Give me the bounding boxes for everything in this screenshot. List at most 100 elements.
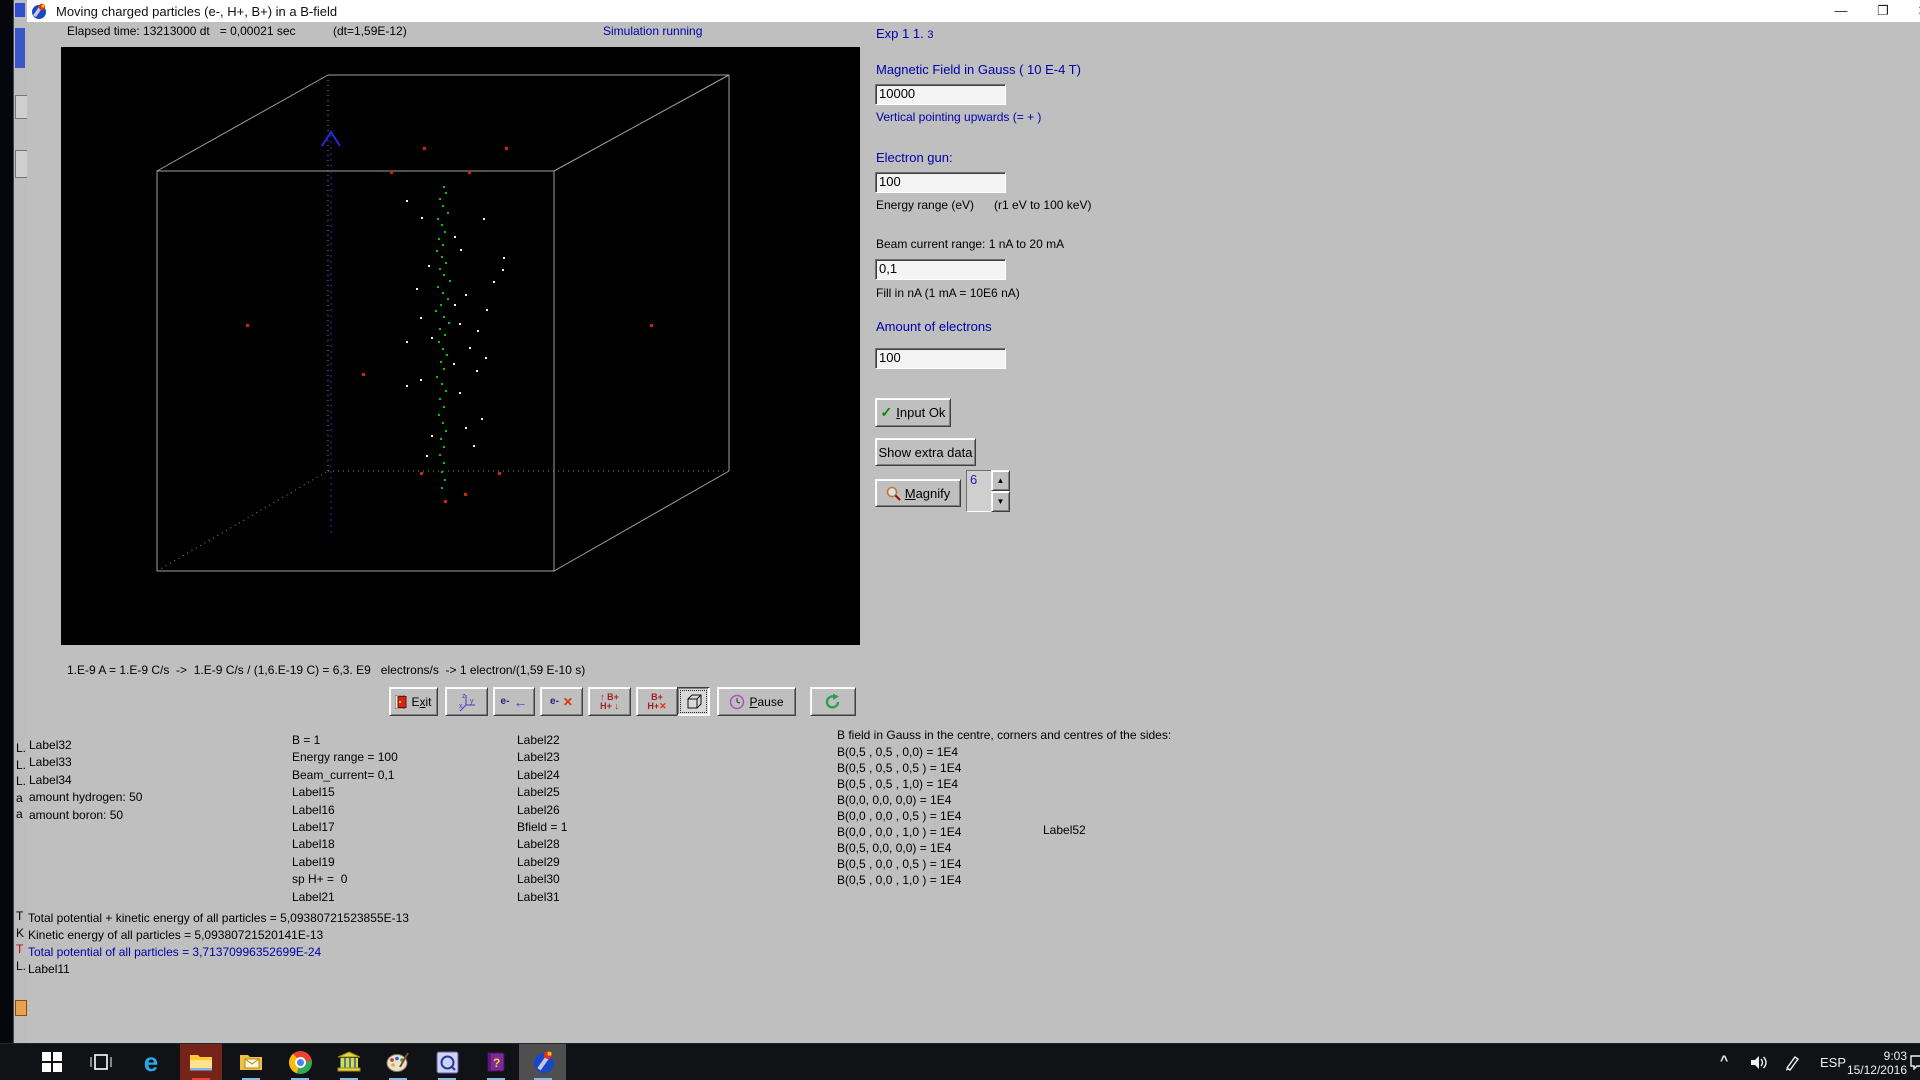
particle-green bbox=[443, 446, 445, 448]
ion-remove-button[interactable]: B+ H+✕ bbox=[636, 687, 678, 716]
taskbar-help-book-button[interactable]: ? bbox=[483, 1049, 509, 1075]
label: T bbox=[16, 909, 24, 923]
clock[interactable]: 9:03 15/12/2016 bbox=[1845, 1049, 1907, 1080]
particle-green bbox=[449, 280, 451, 282]
particle-white bbox=[476, 370, 478, 372]
particle-green bbox=[442, 292, 444, 294]
spinner-up-button[interactable]: ▲ bbox=[991, 470, 1010, 491]
electron-label: e- bbox=[550, 696, 559, 707]
particle-white bbox=[473, 445, 475, 447]
particle-green bbox=[441, 224, 443, 226]
pen-icon[interactable] bbox=[1784, 1054, 1801, 1080]
task-view-button[interactable] bbox=[88, 1049, 114, 1075]
spinner-down-button[interactable]: ▼ bbox=[991, 491, 1010, 512]
particle-green bbox=[439, 454, 441, 456]
experiment-label-text: Exp 1 1. bbox=[876, 26, 924, 41]
help-book-icon: ? bbox=[487, 1052, 505, 1072]
ion-add-button[interactable]: ↑ B+ H+ ↓ bbox=[588, 687, 631, 716]
particle-green bbox=[438, 414, 440, 416]
particle-white bbox=[420, 317, 422, 319]
particle-green bbox=[442, 348, 444, 350]
label: a bbox=[16, 807, 23, 821]
label: Label29 bbox=[517, 854, 560, 869]
particle-green bbox=[442, 422, 444, 424]
particle-green bbox=[445, 262, 447, 264]
input-ok-button[interactable]: ✓ Input Ok bbox=[875, 398, 951, 427]
background-window-icon bbox=[15, 3, 25, 17]
label: Label18 bbox=[292, 837, 335, 852]
taskbar-media-app-button[interactable] bbox=[434, 1049, 460, 1075]
background-window-labels: L. L. L. a a bbox=[16, 741, 26, 824]
total-energy-text: Total potential + kinetic energy of all … bbox=[28, 911, 409, 925]
particle-white bbox=[431, 337, 433, 339]
label: B(0,0, 0,0, 0,0) = 1E4 bbox=[837, 793, 952, 807]
electron-amount-label: Amount of electrons bbox=[876, 319, 992, 334]
label52: Label52 bbox=[1043, 823, 1086, 837]
particle-white bbox=[454, 236, 456, 238]
minimize-button[interactable]: — bbox=[1826, 0, 1856, 22]
axes-button[interactable]: z y x bbox=[445, 687, 488, 716]
taskbar-explorer-button[interactable] bbox=[188, 1049, 214, 1075]
particle-white bbox=[469, 347, 471, 349]
magnify-label: Magnify bbox=[904, 485, 951, 501]
tray-chevron[interactable]: ^ bbox=[1720, 1052, 1728, 1080]
particle-white bbox=[460, 249, 462, 251]
beam-current-input[interactable]: 0,1 bbox=[875, 259, 1006, 280]
axes-icon: z y x bbox=[459, 693, 475, 711]
particle-white bbox=[459, 323, 461, 325]
beam-current-note: Fill in nA (1 mA = 10E6 nA) bbox=[876, 286, 1020, 300]
particle-green bbox=[439, 398, 441, 400]
volume-icon[interactable] bbox=[1750, 1055, 1769, 1080]
label: Label30 bbox=[517, 872, 560, 887]
clock-icon bbox=[730, 694, 745, 709]
dt-text: (dt=1,59E-12) bbox=[333, 24, 407, 38]
taskbar-mail-button[interactable] bbox=[238, 1049, 264, 1075]
bfield-input[interactable]: 10000 bbox=[875, 84, 1006, 105]
label: Label24 bbox=[517, 767, 560, 782]
left-arrow-icon: ← bbox=[513, 693, 528, 710]
cube-view-toggle[interactable] bbox=[677, 687, 710, 716]
magnify-button[interactable]: Magnify bbox=[875, 479, 961, 507]
bfield-note: Vertical pointing upwards (= + ) bbox=[876, 110, 1042, 124]
start-button[interactable] bbox=[39, 1049, 65, 1075]
window-title: Moving charged particles (e-, H+, B+) in… bbox=[56, 4, 338, 19]
file-explorer-icon bbox=[190, 1055, 212, 1071]
electron-gun-input[interactable]: 100 bbox=[875, 172, 1006, 193]
particle-white bbox=[406, 200, 408, 202]
label: Label16 bbox=[292, 802, 335, 817]
particle-red bbox=[650, 324, 653, 327]
ion-add-label: ↑ B+ H+ ↓ bbox=[600, 691, 619, 711]
conversion-text: 1.E-9 A = 1.E-9 C/s -> 1.E-9 C/s / (1,6.… bbox=[67, 663, 586, 677]
svg-text:x: x bbox=[459, 703, 463, 710]
torch-app-icon bbox=[534, 1051, 554, 1073]
particle-white bbox=[420, 379, 422, 381]
taskbar-bank-app-button[interactable] bbox=[336, 1049, 362, 1075]
svg-text:?: ? bbox=[493, 1056, 500, 1070]
close-button[interactable]: ✕ bbox=[1908, 0, 1920, 22]
language-indicator[interactable]: ESP bbox=[1820, 1055, 1846, 1080]
particle-red bbox=[505, 147, 508, 150]
restart-button[interactable] bbox=[810, 687, 856, 716]
show-extra-data-button[interactable]: Show extra data bbox=[875, 438, 976, 466]
refresh-icon bbox=[825, 693, 840, 709]
particle-white bbox=[454, 304, 456, 306]
particle-white bbox=[421, 217, 423, 219]
magnify-value-box[interactable]: 6 bbox=[966, 470, 993, 512]
electron-trace-button[interactable]: e- ← bbox=[493, 687, 535, 716]
exit-button[interactable]: Exit bbox=[389, 687, 438, 716]
taskbar-paint-button[interactable] bbox=[385, 1049, 411, 1075]
electron-remove-button[interactable]: e- ✕ bbox=[540, 687, 583, 716]
electron-label: e- bbox=[500, 696, 510, 707]
notification-center-icon[interactable] bbox=[1910, 1054, 1920, 1080]
media-app-icon bbox=[436, 1051, 458, 1073]
taskbar-edge-button[interactable]: e bbox=[138, 1049, 164, 1075]
svg-text:z: z bbox=[462, 693, 466, 700]
particle-red bbox=[468, 171, 471, 174]
electron-amount-input[interactable]: 100 bbox=[875, 348, 1006, 369]
restore-button[interactable]: ❐ bbox=[1868, 0, 1898, 22]
taskbar-active-app-button[interactable] bbox=[531, 1049, 557, 1075]
particle-red bbox=[444, 500, 447, 503]
pause-button[interactable]: Pause bbox=[717, 687, 796, 716]
taskbar-chrome-button[interactable] bbox=[287, 1049, 313, 1075]
particle-white bbox=[426, 455, 428, 457]
